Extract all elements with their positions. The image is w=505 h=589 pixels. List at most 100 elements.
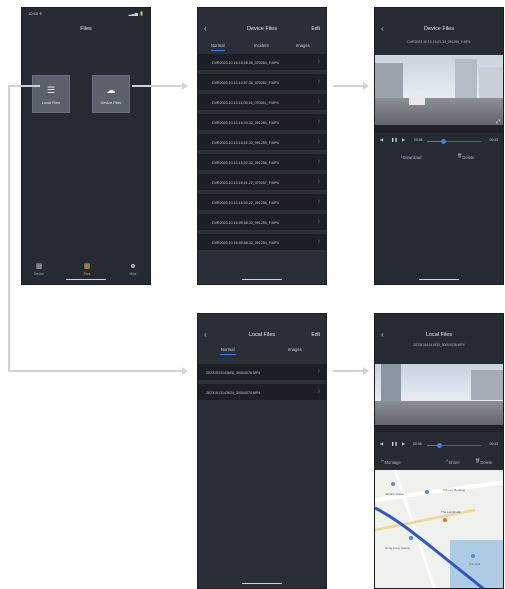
- next-icon[interactable]: ▶: [402, 441, 405, 446]
- device-files-label: Device Files: [100, 101, 122, 105]
- file-name: DVR2023.10.16-15,08,36_070264_F.MP4: [212, 61, 279, 65]
- tab-normal[interactable]: Normal: [211, 43, 225, 48]
- file-row[interactable]: DVR2023.10.13-15,02,32_091258_F.MP4 ›: [198, 154, 326, 172]
- file-row[interactable]: DVR2023.10.16-09,58,32_091254_F.MP4 ›: [198, 234, 326, 252]
- flow-arrowhead: [363, 81, 369, 90]
- flow-arrowhead: [363, 366, 369, 375]
- file-row[interactable]: DVR2023.10.13-16,02,32_091259_F.MP4 ›: [198, 134, 326, 152]
- nav-bar: ‹ Device Files: [375, 22, 503, 36]
- video-player[interactable]: ⤢: [375, 55, 503, 133]
- download-button[interactable]: ⤓ Download: [401, 153, 421, 160]
- nav-item-device[interactable]: ▩ Device: [27, 263, 51, 276]
- file-name: DVR2023.10.13-16,01,22_070257_F.MP4: [212, 181, 279, 185]
- chevron-right-icon: ›: [317, 138, 320, 145]
- local-files-screen: ‹ Local Files Edit Normal Images 2023101…: [197, 313, 327, 589]
- prev-icon[interactable]: ◀: [380, 441, 383, 446]
- edit-button[interactable]: Edit: [311, 332, 320, 338]
- local-player-screen: ‹ Local Files 20231016141633_30004036.MP…: [374, 313, 504, 589]
- flow-arrowhead: [182, 366, 188, 375]
- flow-arrow: [8, 85, 40, 87]
- montage-button[interactable]: ✂ Montage: [381, 458, 401, 465]
- time-elapsed: 00:08: [413, 442, 422, 446]
- back-chevron-icon[interactable]: ‹: [381, 25, 384, 33]
- chevron-right-icon: ›: [317, 238, 320, 245]
- edit-button[interactable]: Edit: [311, 26, 320, 32]
- file-name: DVR2023.10.13-10,07,36_070262_F.MP4: [212, 81, 279, 85]
- flow-arrow: [8, 370, 182, 372]
- tab-images[interactable]: Images: [296, 43, 310, 48]
- file-row[interactable]: DVR2023.10.16-15,08,36_070264_F.MP4 ›: [198, 54, 326, 72]
- nav-label-mine: Mine: [129, 272, 137, 276]
- tab-underline: [220, 354, 236, 355]
- page-title: Local Files: [425, 332, 453, 338]
- file-name: 20231013143624_30004074.MP4: [206, 391, 261, 395]
- chevron-right-icon: ›: [317, 368, 320, 375]
- file-name: DVR2023.10.16-09,58,32_091254_F.MP4: [212, 241, 279, 245]
- device-player-screen: ‹ Device Files DVR2023.10.13-15,01,33_09…: [374, 7, 504, 285]
- tab-normal[interactable]: Normal: [221, 347, 235, 352]
- flow-connector: [8, 85, 10, 371]
- share-button[interactable]: ↗ Share: [445, 458, 460, 465]
- map-label: City Hall: [469, 562, 481, 566]
- prev-icon[interactable]: ◀: [380, 137, 383, 142]
- nav-label-files: Files: [83, 272, 91, 276]
- flow-arrowhead: [182, 81, 188, 90]
- tab-bar: Normal Images: [198, 345, 326, 355]
- back-chevron-icon[interactable]: ‹: [381, 331, 384, 339]
- file-actions: ✂ Montage ↗ Share 🗑 Delete: [375, 456, 503, 466]
- file-row[interactable]: 20231013143624_30004074.MP4 ›: [198, 384, 326, 402]
- video-filename: 20231016141633_30004036.MP4: [413, 343, 465, 347]
- tab-images[interactable]: Images: [288, 347, 302, 352]
- file-name: DVR2023.10.13-16,02,32_091259_F.MP4: [212, 141, 279, 145]
- file-name: DVR2023.10.16-09,58,32_091255_F.MP4: [212, 221, 279, 225]
- file-row[interactable]: 20231013143608_30004076.MP4 ›: [198, 364, 326, 382]
- nav-bar: ‹ Local Files: [375, 328, 503, 342]
- nav-item-files[interactable]: ▦ Files: [75, 263, 99, 276]
- download-label: Download: [402, 155, 422, 160]
- home-indicator: [66, 278, 106, 280]
- delete-button[interactable]: 🗑 Delete: [475, 458, 492, 465]
- file-name: DVR2023.10.13-16,00,22_091256_F.MP4: [212, 201, 279, 205]
- progress-knob[interactable]: [436, 442, 442, 448]
- time-total: 00:43: [489, 138, 499, 142]
- file-row[interactable]: DVR2023.10.13-16,01,22_070257_F.MP4 ›: [198, 174, 326, 192]
- flow-arrow: [333, 370, 363, 372]
- back-chevron-icon[interactable]: ‹: [204, 331, 207, 339]
- page-title: Device Files: [247, 26, 277, 32]
- delete-button[interactable]: 🗑 Delete: [457, 153, 474, 160]
- video-player[interactable]: [375, 364, 503, 432]
- home-indicator: [242, 582, 282, 584]
- file-row[interactable]: DVR2023.10.16-09,58,32_091255_F.MP4 ›: [198, 214, 326, 232]
- next-icon[interactable]: ▶: [402, 137, 405, 142]
- delete-label: Delete: [480, 460, 493, 465]
- device-files-card[interactable]: ☁ Device Files: [92, 75, 130, 113]
- tab-incident[interactable]: Incident: [254, 43, 269, 48]
- files-home-screen: 10:59 ✈ ▂▃▅ 🔋 Files ☰ Local Files ☁ Devi…: [21, 7, 151, 285]
- file-name: DVR2023.10.13-11,05,16_070261_F.MP4: [212, 101, 279, 105]
- folder-icon: ▦: [83, 263, 91, 270]
- page-title: Files: [80, 26, 92, 32]
- chevron-right-icon: ›: [317, 198, 320, 205]
- route-map[interactable]: Jardine House Prince's Building The Land…: [375, 470, 503, 588]
- map-label: Jardine House: [385, 492, 405, 496]
- progress-knob[interactable]: [441, 138, 446, 144]
- file-actions: ⤓ Download 🗑 Delete: [375, 151, 503, 161]
- local-files-card[interactable]: ☰ Local Files: [32, 75, 70, 113]
- time-total: 00:43: [489, 442, 499, 446]
- fullscreen-icon[interactable]: ⤢: [496, 119, 500, 125]
- local-files-label: Local Files: [41, 101, 61, 105]
- file-row[interactable]: DVR2023.10.13-10,07,36_070262_F.MP4 ›: [198, 74, 326, 92]
- chevron-right-icon: ›: [317, 58, 320, 65]
- pause-icon[interactable]: ❚❚: [391, 137, 398, 142]
- file-row[interactable]: DVR2023.10.13-16,00,22_091256_F.MP4 ›: [198, 194, 326, 212]
- pause-icon[interactable]: ❚❚: [391, 441, 398, 446]
- chevron-right-icon: ›: [317, 98, 320, 105]
- file-row[interactable]: DVR2023.10.13-16,04,32_091260_F.MP4 ›: [198, 114, 326, 132]
- map-canvas: [375, 470, 503, 588]
- flow-arrow: [132, 85, 182, 87]
- page-title: Local Files: [248, 332, 276, 338]
- back-chevron-icon[interactable]: ‹: [204, 25, 207, 33]
- file-row[interactable]: DVR2023.10.13-11,05,16_070261_F.MP4 ›: [198, 94, 326, 112]
- chevron-right-icon: ›: [317, 158, 320, 165]
- nav-item-mine[interactable]: ☻ Mine: [121, 263, 145, 276]
